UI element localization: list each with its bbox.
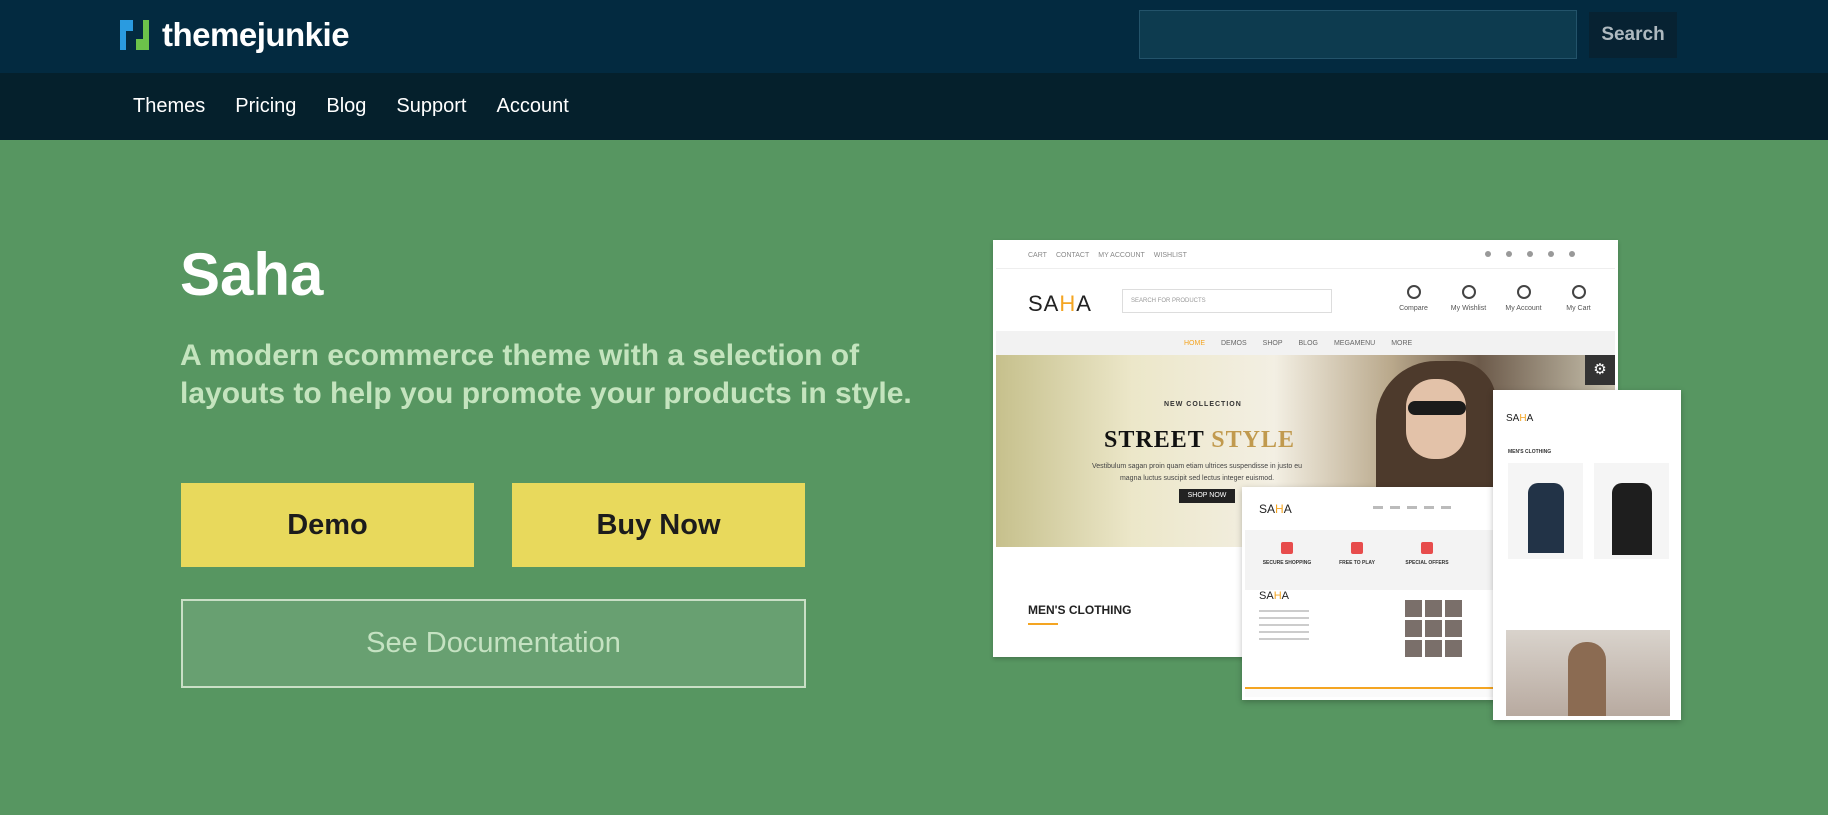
theme-preview-tablet: SAHA SECURE SHOPPING FREE TO PLAY SPECIA… — [1242, 487, 1509, 700]
nav-item-support[interactable]: Support — [396, 95, 466, 118]
logo-mark-icon — [120, 20, 149, 50]
product-image — [1594, 463, 1669, 559]
preview-header-icons: Compare My Wishlist My Account My Cart — [1386, 285, 1606, 312]
product-image — [1508, 463, 1583, 559]
brand-logo[interactable]: themejunkie — [120, 16, 350, 53]
theme-preview-mobile: SAHA MEN'S CLOTHING — [1493, 390, 1681, 720]
theme-title: Saha — [180, 241, 324, 308]
search-button[interactable]: Search — [1589, 12, 1677, 58]
preview-search: SEARCH FOR PRODUCTS — [1122, 289, 1332, 313]
buy-now-button[interactable]: Buy Now — [512, 483, 805, 567]
wishlist-icon: My Wishlist — [1441, 285, 1496, 312]
nav-item-themes[interactable]: Themes — [133, 95, 205, 118]
preview-header: SAHA SEARCH FOR PRODUCTS Compare My Wish… — [996, 269, 1615, 331]
preview-top-links: CART CONTACT MY ACCOUNT WISHLIST — [996, 243, 1615, 269]
top-bar: themejunkie Search — [0, 0, 1828, 73]
compare-icon: Compare — [1386, 285, 1441, 312]
instagram-thumbs — [1405, 600, 1462, 657]
preview-brand-small: SAHA — [1259, 502, 1292, 516]
preview-headline: STREET STYLE — [1104, 427, 1295, 453]
nav-item-pricing[interactable]: Pricing — [235, 95, 296, 118]
gear-icon: ⚙ — [1585, 355, 1615, 385]
feature-free: FREE TO PLAY — [1327, 542, 1387, 566]
winter-banner — [1506, 630, 1670, 716]
brand-name: themejunkie — [162, 16, 350, 53]
feature-offers: SPECIAL OFFERS — [1397, 542, 1457, 566]
social-icons — [1470, 251, 1575, 257]
main-nav: Themes Pricing Blog Support Account — [0, 73, 1828, 140]
search-input[interactable] — [1139, 10, 1577, 59]
feature-secure: SECURE SHOPPING — [1257, 542, 1317, 566]
nav-item-blog[interactable]: Blog — [326, 95, 366, 118]
theme-description: A modern ecommerce theme with a selectio… — [180, 339, 912, 410]
preview-menu: HOME DEMOS SHOP BLOG MEGAMENU MORE — [996, 331, 1615, 355]
preview-brand: SAHA — [1028, 291, 1092, 316]
cart-icon: My Cart — [1551, 285, 1606, 312]
account-icon: My Account — [1496, 285, 1551, 312]
see-documentation-button[interactable]: See Documentation — [181, 599, 806, 688]
demo-button[interactable]: Demo — [181, 483, 474, 567]
nav-item-account[interactable]: Account — [496, 95, 568, 118]
